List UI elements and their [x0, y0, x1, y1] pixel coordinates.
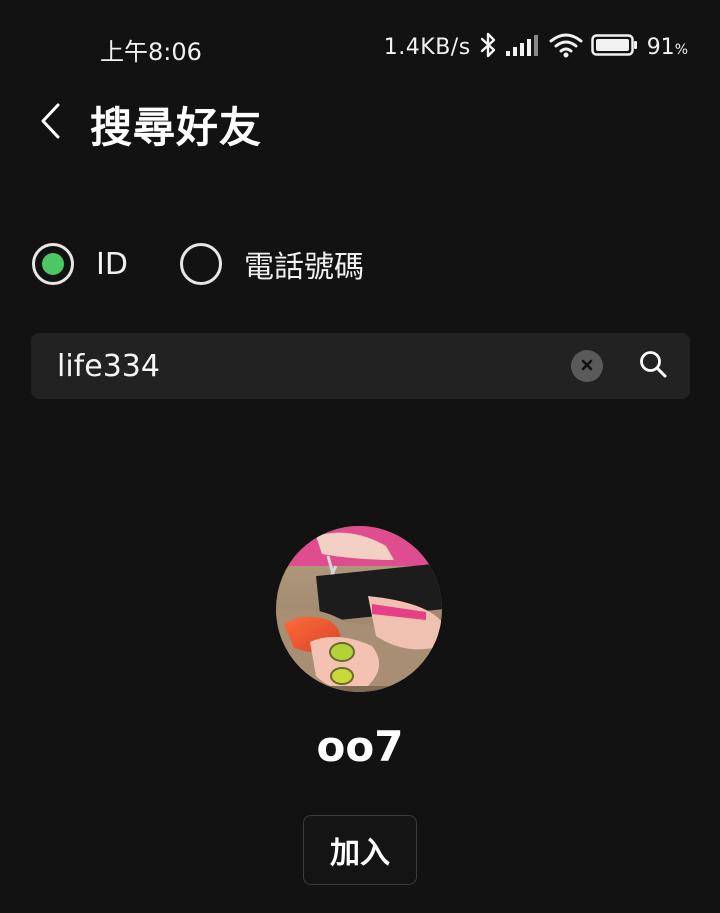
search-box	[31, 333, 690, 399]
clear-icon	[580, 357, 594, 376]
search-input[interactable]	[57, 333, 557, 399]
clear-button[interactable]	[571, 350, 603, 382]
header: 搜尋好友	[0, 88, 720, 158]
chevron-left-icon	[38, 102, 62, 144]
radio-unchecked-icon[interactable]	[179, 243, 222, 285]
status-bar: 上午8:06 1.4KB/s 91%	[0, 0, 720, 96]
status-time: 上午8:06	[100, 38, 202, 66]
search-mode-radio-group: ID 電話號碼	[32, 240, 364, 288]
radio-label-id: ID	[96, 246, 128, 282]
bluetooth-icon	[479, 31, 497, 63]
battery-icon	[590, 33, 639, 61]
radio-option-id[interactable]: ID	[32, 243, 128, 285]
battery-percentage: 91%	[647, 35, 688, 60]
search-icon	[638, 349, 668, 383]
radio-checked-icon[interactable]	[32, 243, 74, 285]
wifi-icon	[549, 32, 583, 62]
battery-level: 91	[646, 34, 675, 60]
result-username: oo7	[316, 722, 404, 771]
search-button[interactable]	[636, 349, 670, 383]
signal-icon	[505, 33, 541, 61]
network-speed: 1.4KB/s	[383, 34, 471, 60]
radio-dot	[42, 253, 64, 275]
avatar	[276, 526, 442, 692]
add-friend-button[interactable]: 加入	[303, 815, 417, 885]
screen: 上午8:06 1.4KB/s 91% 搜尋好友 ID 電話號碼 life334 …	[0, 0, 720, 913]
status-icons: 1.4KB/s 91%	[384, 30, 688, 64]
back-button[interactable]	[30, 100, 70, 146]
battery-unit: %	[674, 41, 688, 58]
radio-option-phone[interactable]: 電話號碼	[179, 242, 364, 286]
page-title: 搜尋好友	[90, 103, 263, 152]
radio-label-phone: 電話號碼	[243, 250, 364, 285]
